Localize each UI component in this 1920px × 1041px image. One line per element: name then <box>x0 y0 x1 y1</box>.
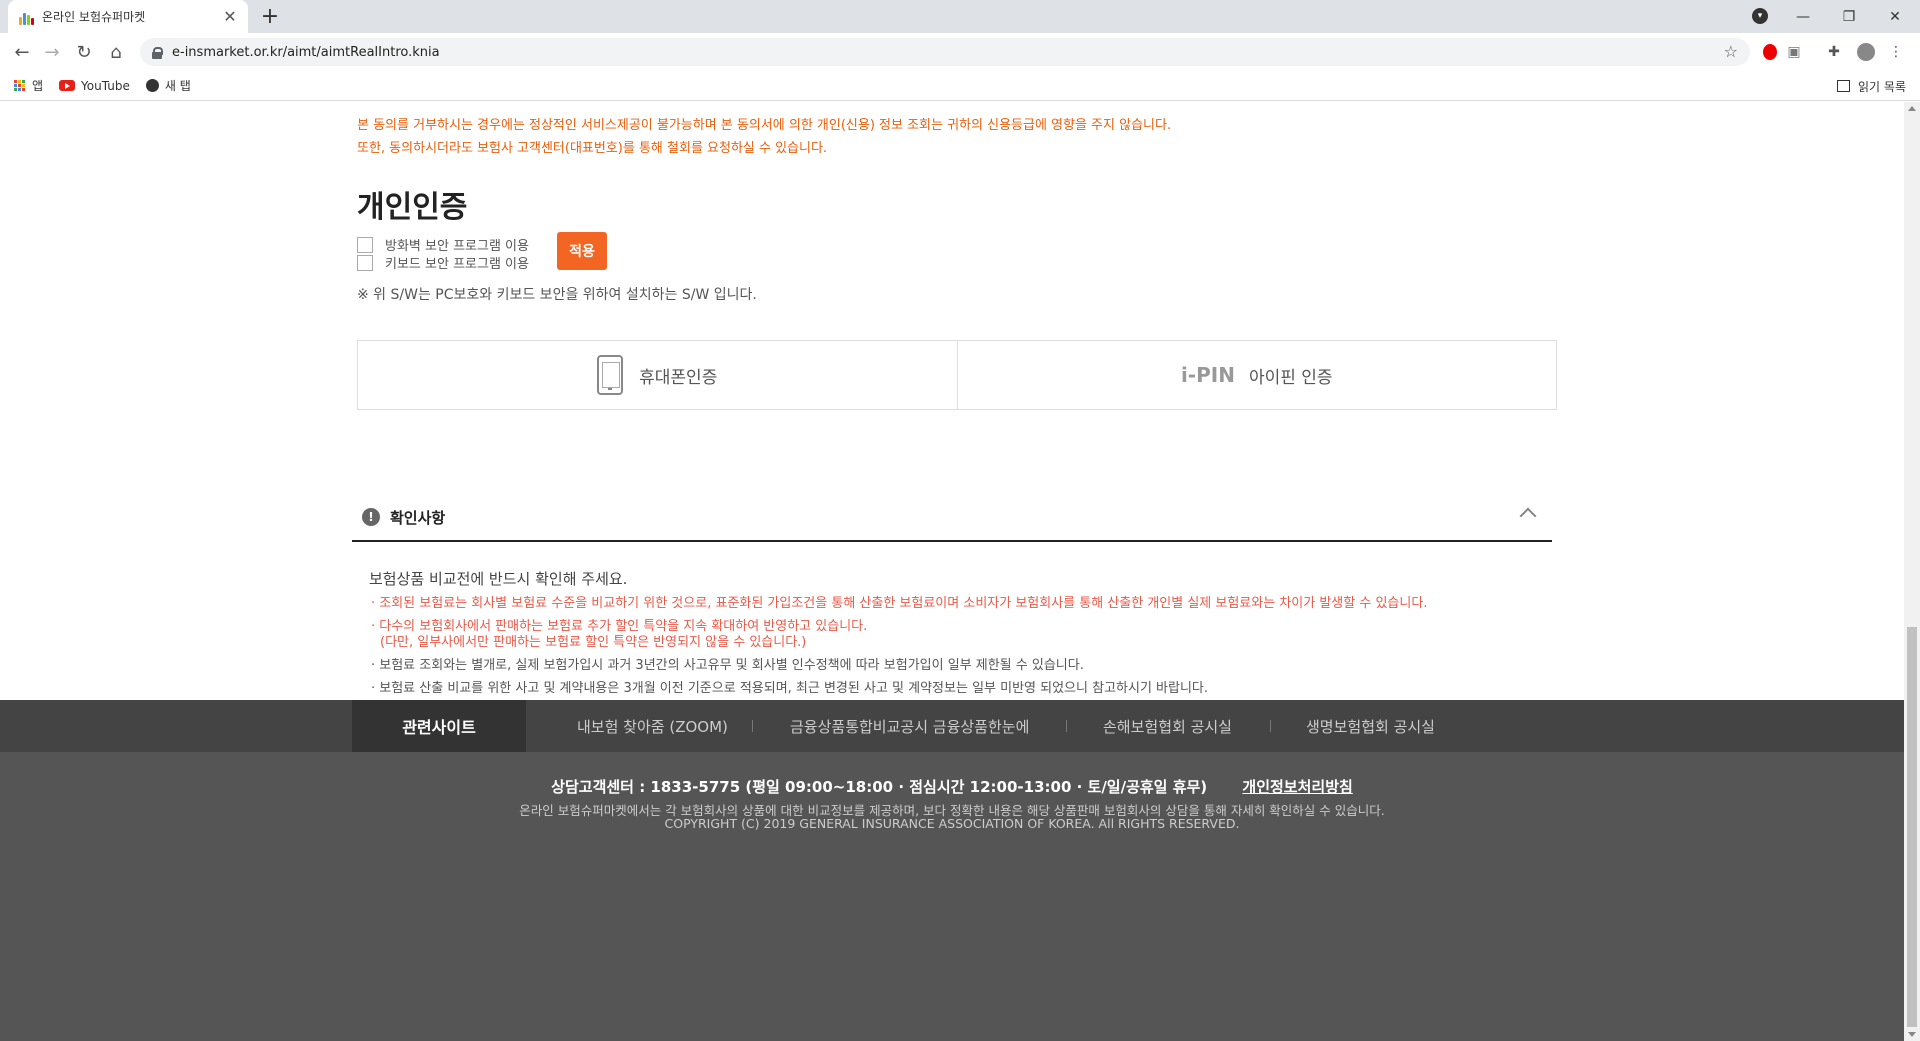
youtube-icon <box>59 80 76 91</box>
confirm-bullet-note: (다만, 일부사에서만 판매하는 보험료 할인 특약은 반영되지 않을 수 있습… <box>380 635 807 650</box>
bookmark-star-icon[interactable]: ☆ <box>1724 42 1738 61</box>
phone-auth-label: 휴대폰인증 <box>639 367 718 388</box>
ipin-auth-button[interactable]: i-PIN 아이핀 인증 <box>956 341 1557 409</box>
back-icon[interactable]: ← <box>10 40 34 64</box>
footer-link-finlife[interactable]: 금융상품통합비교공시 금융상품한눈에 <box>790 700 1029 752</box>
bookmark-apps[interactable]: 앱 <box>14 77 43 94</box>
auth-method-selector: 휴대폰인증 i-PIN 아이핀 인증 <box>357 340 1557 410</box>
bookmark-label: 새 탭 <box>164 79 191 93</box>
keyboard-option[interactable]: 키보드 보안 프로그램 이용 <box>357 253 529 272</box>
confirm-lead: 보험상품 비교전에 반드시 확인해 주세요. <box>369 570 628 588</box>
bookmark-label: YouTube <box>81 78 130 93</box>
bookmark-youtube[interactable]: YouTube <box>59 79 130 93</box>
browser-tab[interactable]: 온라인 보험슈퍼마켓 ✕ <box>8 0 248 33</box>
bookmark-label: 앱 <box>32 79 44 93</box>
privacy-policy-link[interactable]: 개인정보처리방침 <box>1242 778 1352 796</box>
confirm-bullet: · 조회된 보험료는 회사별 보험료 수준을 비교하기 위한 것으로, 표준화된… <box>371 596 1428 611</box>
opera-extension-icon[interactable] <box>1760 42 1780 62</box>
bookmark-new-tab[interactable]: 새 탭 <box>145 77 191 94</box>
firewall-option[interactable]: 방화벽 보안 프로그램 이용 <box>357 235 529 254</box>
lock-icon <box>152 46 163 59</box>
reading-list-label: 읽기 목록 <box>1858 79 1906 94</box>
scrollbar-thumb[interactable] <box>1907 627 1917 1027</box>
extensions-puzzle-icon[interactable]: ✚ <box>1824 42 1844 62</box>
sw-note: ※ 위 S/W는 PC보호와 키보드 보안을 위하여 설치하는 S/W 입니다. <box>357 287 757 303</box>
footer-info: 상담고객센터 : 1833-5775 (평일 09:00~18:00 · 점심시… <box>0 752 1904 1041</box>
close-tab-icon[interactable]: ✕ <box>222 7 238 26</box>
restore-icon[interactable]: ❐ <box>1826 0 1872 33</box>
scroll-down-icon[interactable] <box>1908 1032 1916 1037</box>
firewall-checkbox[interactable] <box>357 236 373 253</box>
site-favicon-icon <box>18 9 34 25</box>
confirm-title: 확인사항 <box>390 508 446 527</box>
bookmarks-bar: 앱 YouTube 새 탭 읽기 목록 <box>0 71 1920 101</box>
chevron-up-icon[interactable] <box>1519 507 1537 525</box>
footer-link-knia[interactable]: 손해보험협회 공시실 <box>1103 700 1232 752</box>
confirm-bullet: · 보험료 조회와는 별개로, 실제 보험가입시 과거 3년간의 사고유무 및 … <box>371 658 1084 673</box>
home-icon[interactable]: ⌂ <box>104 40 128 64</box>
footer-contact: 상담고객센터 : 1833-5775 (평일 09:00~18:00 · 점심시… <box>551 778 1208 796</box>
address-bar[interactable]: e-insmarket.or.kr/aimt/aimtRealIntro.kni… <box>140 38 1750 66</box>
forward-icon[interactable]: → <box>40 40 64 64</box>
reading-list-icon <box>1837 80 1851 92</box>
page-viewport: 본 동의를 거부하시는 경우에는 정상적인 서비스제공이 불가능하며 본 동의서… <box>0 102 1904 1041</box>
close-window-icon[interactable]: ✕ <box>1872 0 1918 33</box>
new-tab-icon[interactable]: + <box>258 4 282 29</box>
footer-contact-line: 상담고객센터 : 1833-5775 (평일 09:00~18:00 · 점심시… <box>0 776 1904 797</box>
related-sites-tab[interactable]: 관련사이트 <box>352 700 526 752</box>
tab-bar: 온라인 보험슈퍼마켓 ✕ + ▾ — ❐ ✕ <box>0 0 1920 33</box>
minimize-icon[interactable]: — <box>1780 0 1826 33</box>
tab-search-icon[interactable]: ▾ <box>1752 8 1768 24</box>
footer-link-zoom[interactable]: 내보험 찾아줌 (ZOOM) <box>577 700 728 752</box>
reading-list[interactable]: 읽기 목록 <box>1837 71 1906 101</box>
footer-related-sites: 관련사이트 내보험 찾아줌 (ZOOM) 금융상품통합비교공시 금융상품한눈에 … <box>0 700 1904 752</box>
footer-copyright: COPYRIGHT (C) 2019 GENERAL INSURANCE ASS… <box>664 816 1240 831</box>
globe-icon <box>145 79 159 92</box>
profile-avatar-icon[interactable] <box>1856 42 1876 62</box>
apps-grid-icon <box>14 79 26 92</box>
ipin-auth-label: 아이핀 인증 <box>1248 367 1333 388</box>
consent-notice-1: 본 동의를 거부하시는 경우에는 정상적인 서비스제공이 불가능하며 본 동의서… <box>357 118 1172 133</box>
url-text: e-insmarket.or.kr/aimt/aimtRealIntro.kni… <box>172 44 440 60</box>
confirm-bullet: · 보험료 산출 비교를 위한 사고 및 계약내용은 3개월 이전 기준으로 적… <box>371 681 1209 696</box>
exclamation-icon: ! <box>362 508 380 526</box>
browser-toolbar: ← → ↻ ⌂ e-insmarket.or.kr/aimt/aimtRealI… <box>0 33 1920 71</box>
keyboard-checkbox[interactable] <box>357 254 373 271</box>
page-title: 개인인증 <box>357 190 468 225</box>
apply-button[interactable]: 적용 <box>557 232 607 270</box>
extension-icon[interactable]: ▣ <box>1784 42 1804 62</box>
divider <box>752 720 753 732</box>
divider <box>1270 720 1271 732</box>
tab-title: 온라인 보험슈퍼마켓 <box>42 10 146 24</box>
consent-notice-2: 또한, 동의하시더라도 보험사 고객센터(대표번호)를 통해 철회를 요청하실 … <box>357 141 828 156</box>
menu-kebab-icon[interactable]: ⋮ <box>1886 42 1906 62</box>
page-scrollbar[interactable] <box>1904 102 1920 1041</box>
firewall-label: 방화벽 보안 프로그램 이용 <box>385 239 529 254</box>
ipin-logo-icon: i-PIN <box>1180 362 1235 387</box>
scroll-up-icon[interactable] <box>1908 106 1916 111</box>
mobile-phone-icon <box>597 355 624 395</box>
footer-link-klia[interactable]: 생명보험협회 공시실 <box>1306 700 1435 752</box>
phone-auth-button[interactable]: 휴대폰인증 <box>358 341 957 409</box>
keyboard-label: 키보드 보안 프로그램 이용 <box>385 257 529 272</box>
divider <box>1066 720 1067 732</box>
reload-icon[interactable]: ↻ <box>72 40 96 64</box>
confirm-accordion-header[interactable]: ! 확인사항 <box>352 494 1552 542</box>
